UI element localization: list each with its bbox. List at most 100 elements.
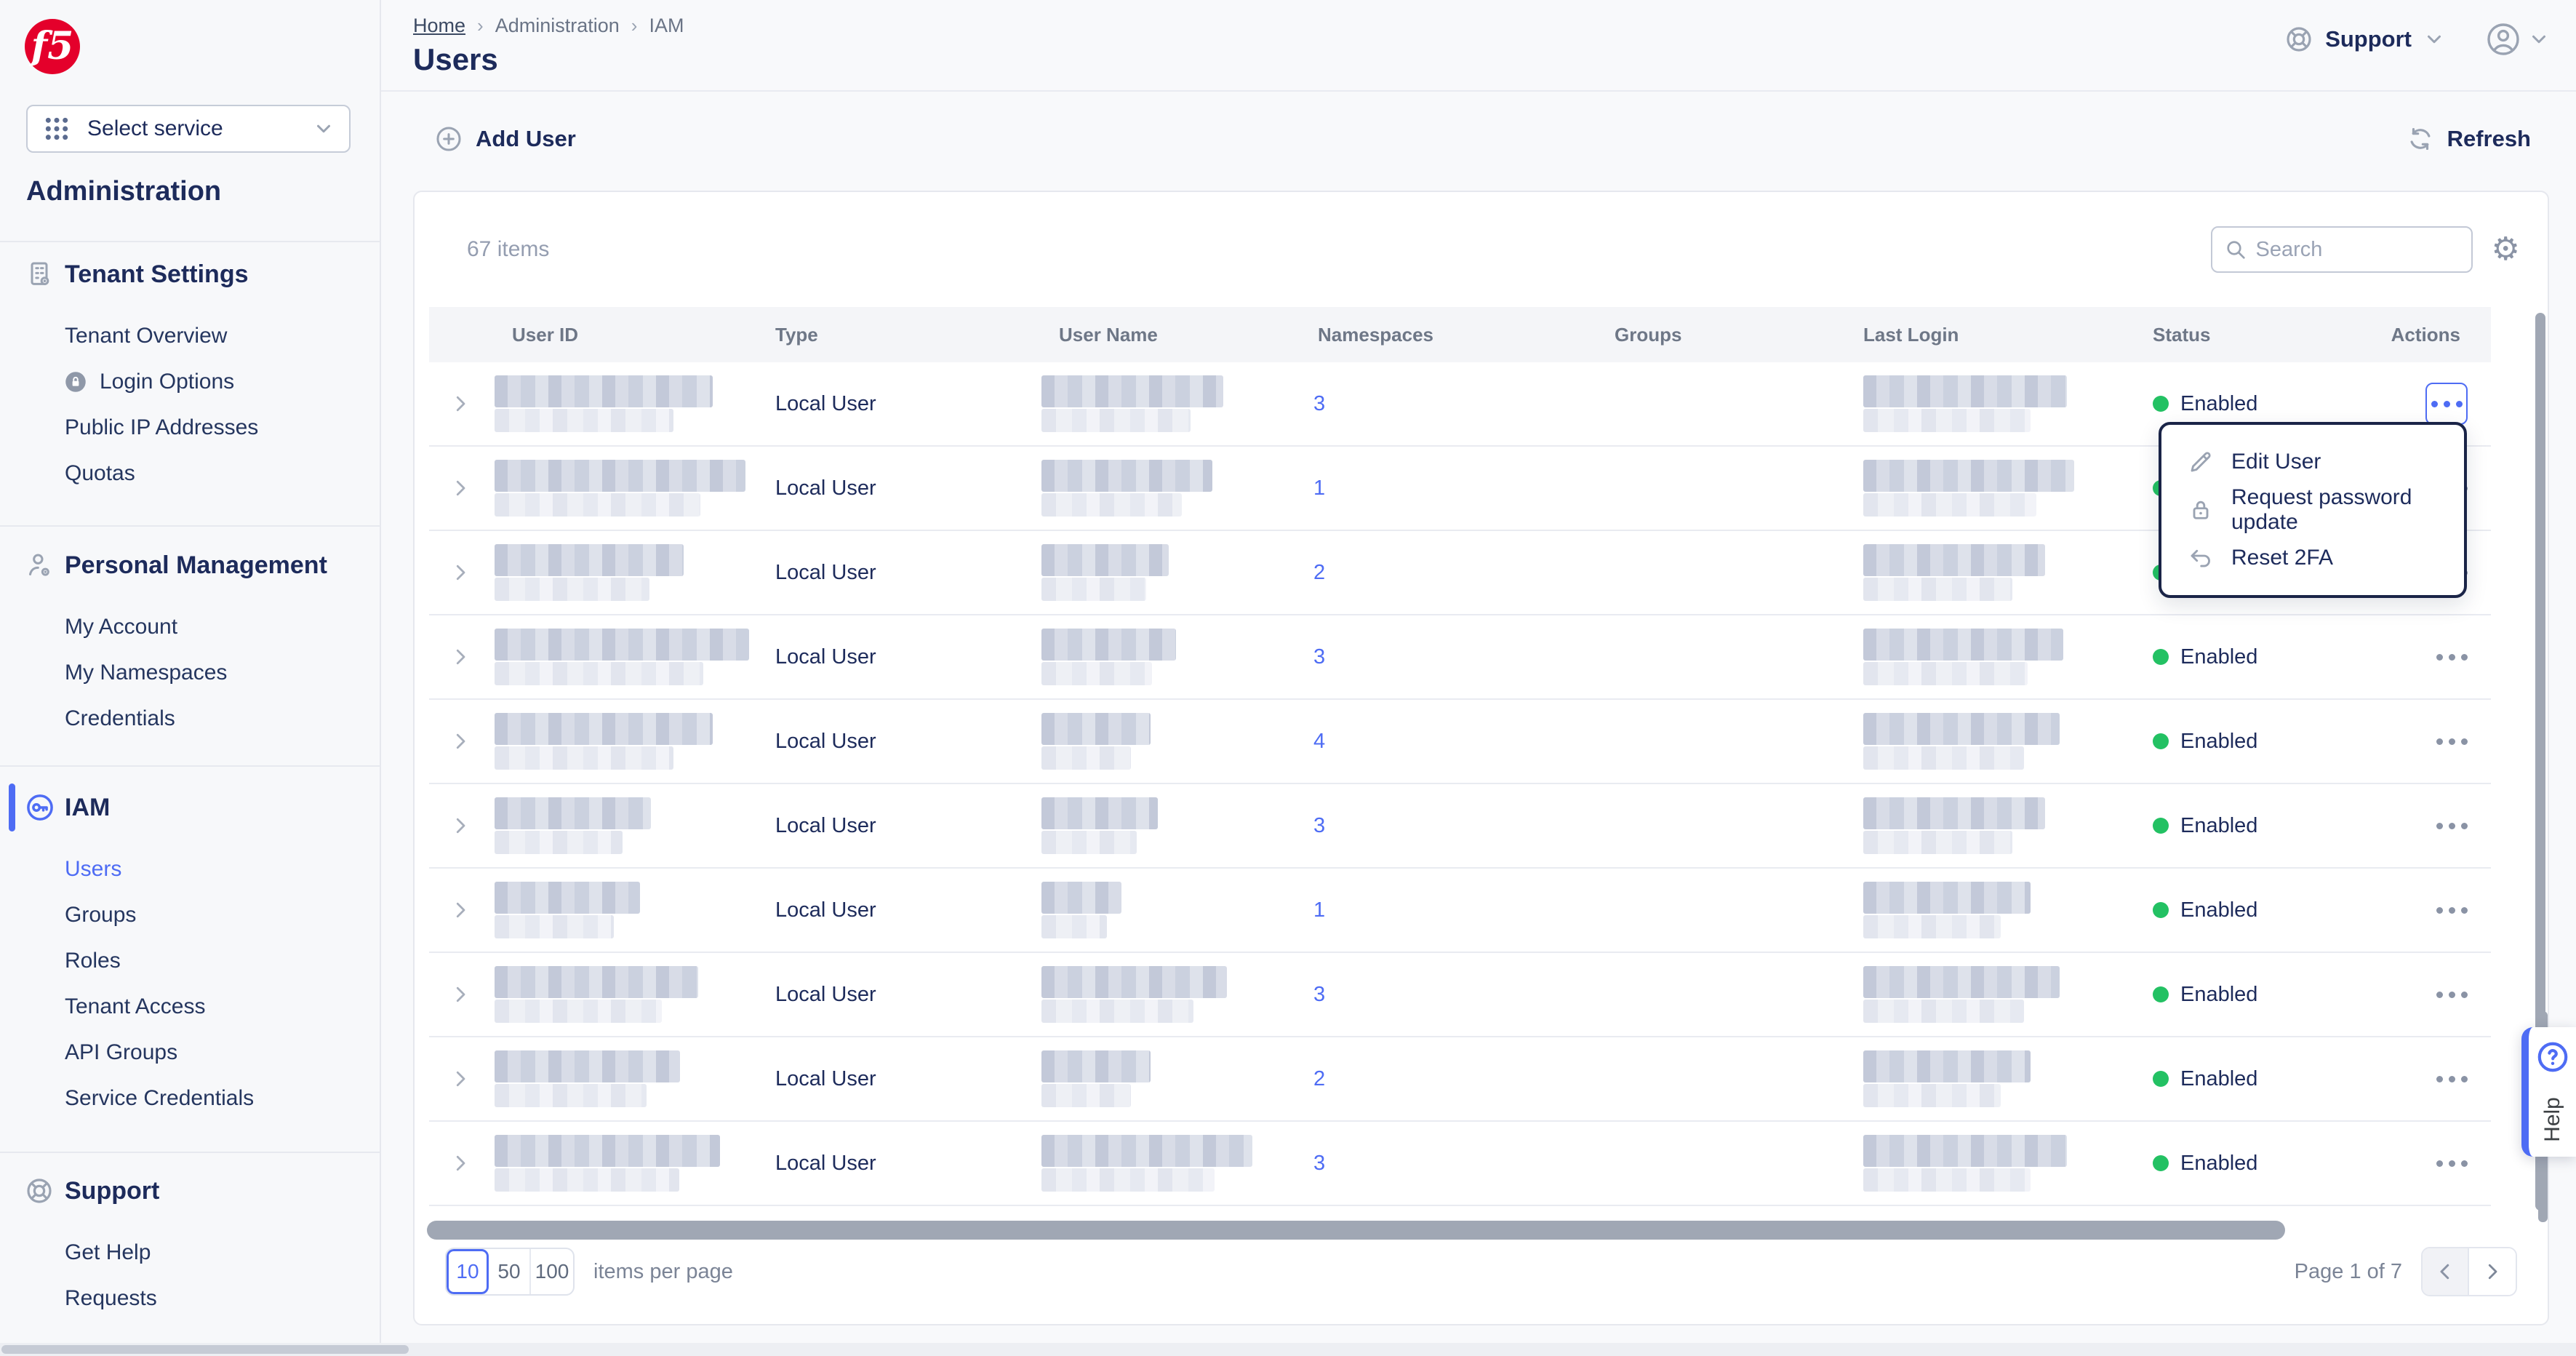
user-id-cell [476, 882, 756, 938]
table-settings-gear-icon[interactable]: ⚙ [2492, 234, 2520, 266]
redacted-text [1041, 544, 1169, 601]
service-selector[interactable]: Select service [26, 105, 351, 153]
row-actions-button[interactable] [2425, 383, 2468, 425]
sidebar-section-tenant-settings: Tenant Settings Tenant Overview Login Opti… [0, 256, 380, 496]
namespaces-link[interactable]: 3 [1313, 983, 1325, 1006]
status-label: Enabled [2180, 983, 2257, 1007]
namespaces-cell: 2 [1292, 561, 1546, 585]
sidebar-item-quotas[interactable]: Quotas [0, 450, 380, 496]
row-expand-chevron-icon[interactable] [429, 899, 476, 921]
sidebar-item-groups[interactable]: Groups [0, 892, 380, 938]
sidebar-item-api-groups[interactable]: API Groups [0, 1029, 380, 1075]
row-expand-chevron-icon[interactable] [429, 984, 476, 1005]
user-id-cell [476, 966, 756, 1023]
row-actions-button[interactable] [2436, 907, 2468, 914]
sidebar-divider [0, 765, 380, 767]
row-expand-chevron-icon[interactable] [429, 646, 476, 668]
user-id-cell [476, 797, 756, 854]
actions-cell [2368, 907, 2494, 914]
sidebar-item-requests[interactable]: Requests [0, 1275, 380, 1321]
lifebuoy-icon [25, 1176, 57, 1205]
page-size-button-10[interactable]: 10 [447, 1249, 489, 1294]
row-actions-button[interactable] [2436, 992, 2468, 998]
row-actions-button[interactable] [2436, 1076, 2468, 1082]
namespaces-link[interactable]: 1 [1313, 898, 1325, 922]
sidebar-item-label: Tenant Overview [65, 324, 227, 348]
help-button[interactable]: Help [2521, 1027, 2576, 1157]
status-label: Enabled [2180, 898, 2257, 922]
user-name-cell [1023, 713, 1292, 770]
sidebar-item-my-account[interactable]: My Account [0, 604, 380, 650]
sidebar-item-label: Service Credentials [65, 1086, 254, 1111]
row-actions-button[interactable] [2436, 654, 2468, 661]
previous-page-button[interactable] [2423, 1248, 2469, 1295]
namespaces-link[interactable]: 3 [1313, 392, 1325, 415]
sidebar-item-credentials[interactable]: Credentials [0, 695, 380, 741]
row-actions-button[interactable] [2436, 823, 2468, 829]
sidebar-item-roles[interactable]: Roles [0, 938, 380, 984]
sidebar-item-public-ip-addresses[interactable]: Public IP Addresses [0, 404, 380, 450]
sidebar-item-tenant-overview[interactable]: Tenant Overview [0, 313, 380, 359]
table-horizontal-scrollbar[interactable] [427, 1221, 2285, 1240]
sidebar-divider [0, 525, 380, 527]
namespaces-link[interactable]: 3 [1313, 1152, 1325, 1175]
row-expand-chevron-icon[interactable] [429, 815, 476, 837]
namespaces-cell: 3 [1292, 983, 1546, 1007]
namespaces-link[interactable]: 3 [1313, 645, 1325, 669]
refresh-button[interactable]: Refresh [2407, 125, 2531, 153]
namespaces-link[interactable]: 4 [1313, 730, 1325, 753]
sidebar-item-get-help[interactable]: Get Help [0, 1229, 380, 1275]
user-id-cell [476, 1135, 756, 1192]
sidebar-item-label: Roles [65, 949, 121, 973]
sidebar-section-personal-management: Personal Management My AccountMy Namespac… [0, 547, 380, 741]
namespaces-link[interactable]: 1 [1313, 476, 1325, 500]
last-login-cell [1805, 882, 2087, 938]
status-cell: Enabled [2087, 1152, 2368, 1176]
support-menu[interactable]: Support [2284, 25, 2445, 54]
sidebar-item-my-namespaces[interactable]: My Namespaces [0, 650, 380, 695]
last-login-cell [1805, 629, 2087, 685]
row-expand-chevron-icon[interactable] [429, 1152, 476, 1174]
row-actions-button[interactable] [2436, 1160, 2468, 1167]
user-name-cell [1023, 797, 1292, 854]
page-size-button-100[interactable]: 100 [531, 1249, 573, 1294]
sidebar-item-label: API Groups [65, 1040, 177, 1065]
add-user-button[interactable]: Add User [435, 125, 576, 153]
breadcrumb-home-link[interactable]: Home [413, 15, 465, 37]
namespaces-link[interactable]: 2 [1313, 561, 1325, 584]
row-expand-chevron-icon[interactable] [429, 477, 476, 499]
sidebar-item-users[interactable]: Users [0, 846, 380, 892]
row-expand-chevron-icon[interactable] [429, 562, 476, 583]
sidebar-section-header-support[interactable]: Support [0, 1173, 380, 1209]
row-expand-chevron-icon[interactable] [429, 730, 476, 752]
search-input[interactable] [2256, 238, 2452, 262]
account-menu[interactable] [2486, 22, 2550, 57]
sidebar-section-header-personal-management[interactable]: Personal Management [0, 547, 380, 583]
column-header-status: Status [2087, 324, 2368, 346]
type-cell: Local User [756, 1152, 1023, 1176]
table-row: Local User4Enabled [429, 700, 2491, 784]
user-name-cell [1023, 544, 1292, 601]
column-header-groups: Groups [1546, 324, 1805, 346]
page-size-button-50[interactable]: 50 [489, 1249, 531, 1294]
last-login-cell [1805, 1050, 2087, 1107]
next-page-button[interactable] [2469, 1248, 2516, 1295]
sidebar-item-tenant-access[interactable]: Tenant Access [0, 984, 380, 1029]
page-horizontal-scrollbar[interactable] [1, 1345, 409, 1354]
row-expand-chevron-icon[interactable] [429, 393, 476, 415]
row-expand-chevron-icon[interactable] [429, 1068, 476, 1090]
namespaces-link[interactable]: 2 [1313, 1067, 1325, 1090]
row-actions-button[interactable] [2436, 738, 2468, 745]
sidebar-item-login-options[interactable]: Login Options [0, 359, 380, 404]
menu-item-edit-user[interactable]: Edit User [2161, 438, 2464, 486]
chevron-down-icon [313, 118, 335, 140]
column-header-actions: Actions [2368, 324, 2494, 346]
status-enabled-dot [2153, 1071, 2169, 1087]
menu-item-reset-2fa[interactable]: Reset 2FA [2161, 534, 2464, 582]
sidebar-item-service-credentials[interactable]: Service Credentials [0, 1075, 380, 1121]
namespaces-link[interactable]: 3 [1313, 814, 1325, 837]
sidebar-section-header-iam[interactable]: IAM [0, 789, 380, 826]
sidebar-section-header-tenant-settings[interactable]: Tenant Settings [0, 256, 380, 292]
status-cell: Enabled [2087, 898, 2368, 922]
menu-item-request-password-update[interactable]: Request password update [2161, 486, 2464, 534]
